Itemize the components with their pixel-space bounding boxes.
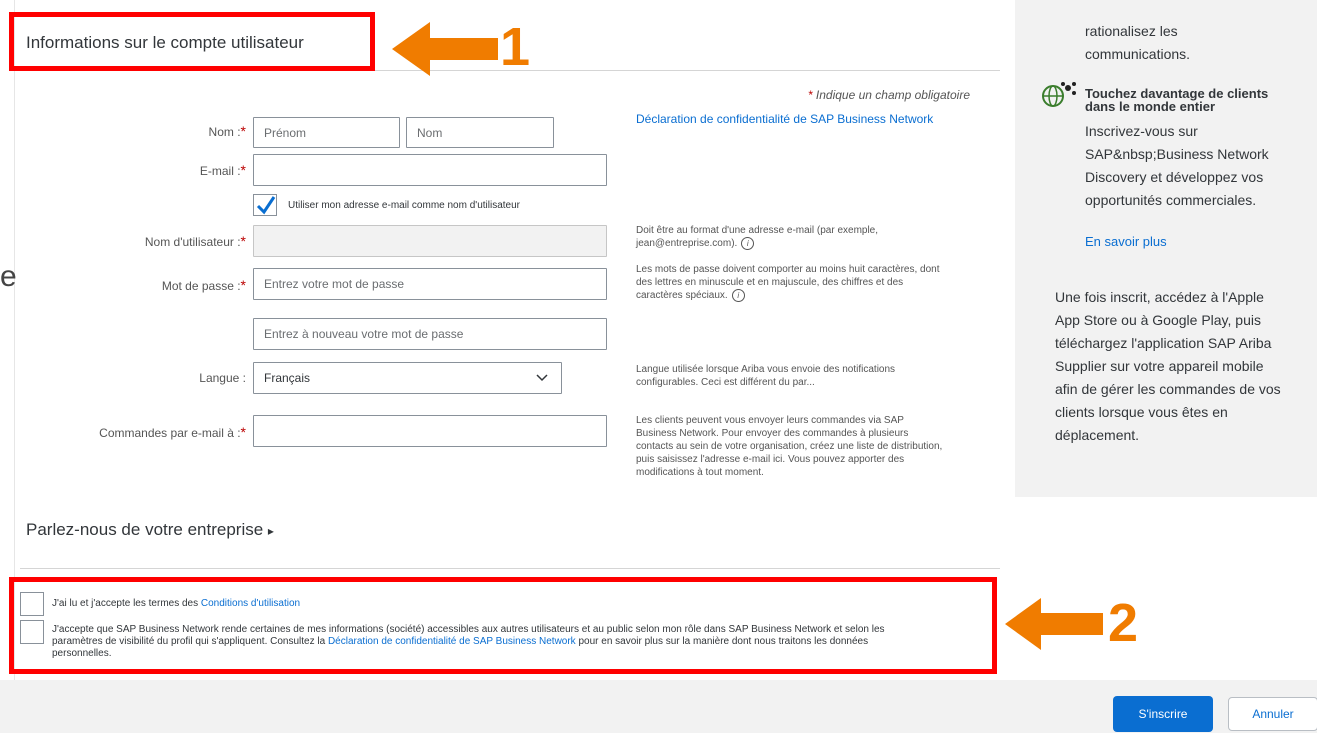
password-label: Mot de passe :* — [161, 277, 246, 293]
username-label: Nom d'utilisateur :* — [144, 233, 246, 249]
cancel-button[interactable]: Annuler — [1228, 697, 1317, 731]
info-icon[interactable]: i — [731, 289, 745, 302]
panel-section-title: Touchez davantage de clients dans le mon… — [1085, 86, 1269, 114]
annotation-box-2 — [9, 577, 997, 674]
last-name-input[interactable]: Nom — [406, 117, 554, 148]
language-selected-value: Français — [264, 371, 311, 385]
language-label: Langue : — [199, 371, 246, 385]
panel-app-text: Une fois inscrit, accédez à l'Apple App … — [1055, 289, 1281, 443]
cropped-text-fragment: e — [0, 260, 17, 293]
use-email-as-username-checkbox[interactable] — [253, 194, 277, 216]
email-input[interactable] — [253, 154, 607, 186]
globe-icon — [1042, 82, 1076, 107]
annotation-box-1 — [9, 12, 375, 71]
password-help: Les mots de passe doivent comporter au m… — [636, 264, 940, 302]
annotation-label-1: 1 — [500, 17, 531, 77]
annotation-label-2: 2 — [1108, 593, 1139, 653]
required-note-text: Indique un champ obligatoire — [815, 88, 970, 102]
learn-more-link[interactable]: En savoir plus — [1085, 234, 1167, 249]
checkmark-icon — [256, 196, 276, 215]
name-label: Nom :* — [208, 123, 246, 139]
language-select[interactable]: Français — [253, 362, 562, 394]
first-name-input[interactable]: Prénom — [253, 117, 400, 148]
username-help: Doit être au format d'une adresse e-mail… — [636, 225, 879, 250]
use-email-checkbox-label: Utiliser mon adresse e-mail comme nom d'… — [288, 200, 520, 211]
username-input[interactable] — [253, 225, 607, 257]
privacy-statement-link[interactable]: Déclaration de confidentialité de SAP Bu… — [636, 112, 933, 126]
orders-email-input[interactable] — [253, 415, 607, 447]
confirm-password-input[interactable]: Entrez à nouveau votre mot de passe — [253, 318, 607, 350]
required-star: * — [807, 88, 813, 102]
panel-body-text: Inscrivez-vous sur SAP&nbsp;Business Net… — [1085, 123, 1269, 208]
email-label: E-mail :* — [199, 162, 246, 178]
annotation-arrow-2 — [1005, 598, 1103, 650]
orders-email-help: Les clients peuvent vous envoyer leurs c… — [636, 415, 943, 478]
language-help: Langue utilisée lorsque Ariba vous envoi… — [636, 364, 896, 388]
register-button[interactable]: S'inscrire — [1113, 696, 1213, 732]
required-field-note: * Indique un champ obligatoire — [600, 88, 970, 102]
password-input[interactable]: Entrez votre mot de passe — [253, 268, 607, 300]
divider — [20, 568, 1000, 569]
annotation-arrow-1 — [392, 22, 498, 76]
company-section-toggle[interactable]: Parlez-nous de votre entreprise ▸ — [26, 520, 274, 540]
orders-email-label: Commandes par e-mail à :* — [99, 424, 246, 440]
panel-top-text: rationalisez les communications. — [1085, 23, 1191, 62]
info-icon[interactable]: i — [741, 237, 755, 250]
expand-arrow-icon: ▸ — [267, 524, 274, 538]
chevron-down-icon — [536, 374, 548, 382]
